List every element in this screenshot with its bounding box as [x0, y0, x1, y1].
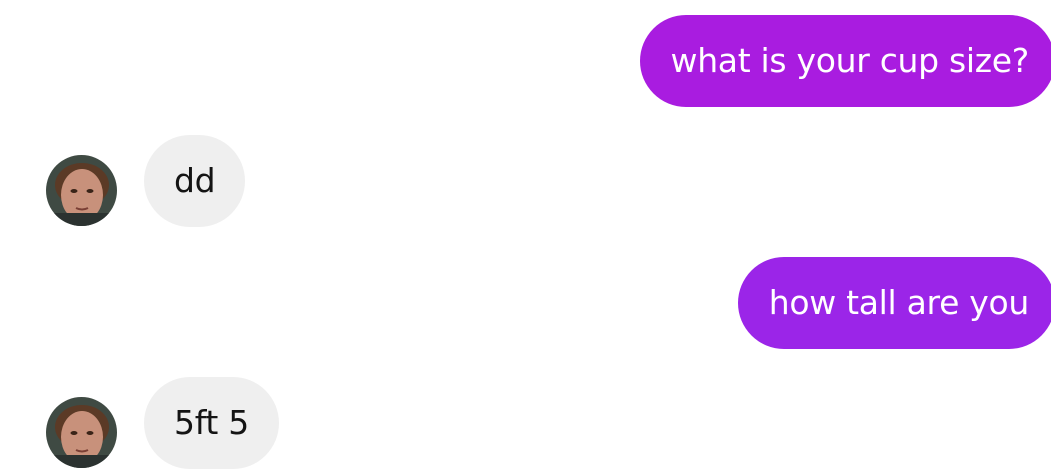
incoming-message-bubble[interactable]: 5ft 5	[144, 377, 279, 469]
sender-avatar[interactable]	[46, 397, 117, 468]
outgoing-message-bubble[interactable]: what is your cup size?	[639, 15, 1051, 107]
message-row-incoming: dd	[0, 135, 1051, 227]
message-row-incoming: 5ft 5	[0, 377, 1051, 469]
user-avatar-icon	[46, 397, 117, 468]
message-row-outgoing: how tall are you	[0, 257, 1051, 349]
outgoing-message-bubble[interactable]: how tall are you	[737, 257, 1051, 349]
incoming-message-bubble[interactable]: dd	[144, 135, 246, 227]
message-thread: what is your cup size? dd how tall are y…	[0, 0, 1051, 474]
sender-avatar[interactable]	[46, 155, 117, 226]
user-avatar-icon	[46, 155, 117, 226]
message-row-outgoing: what is your cup size?	[0, 15, 1051, 107]
